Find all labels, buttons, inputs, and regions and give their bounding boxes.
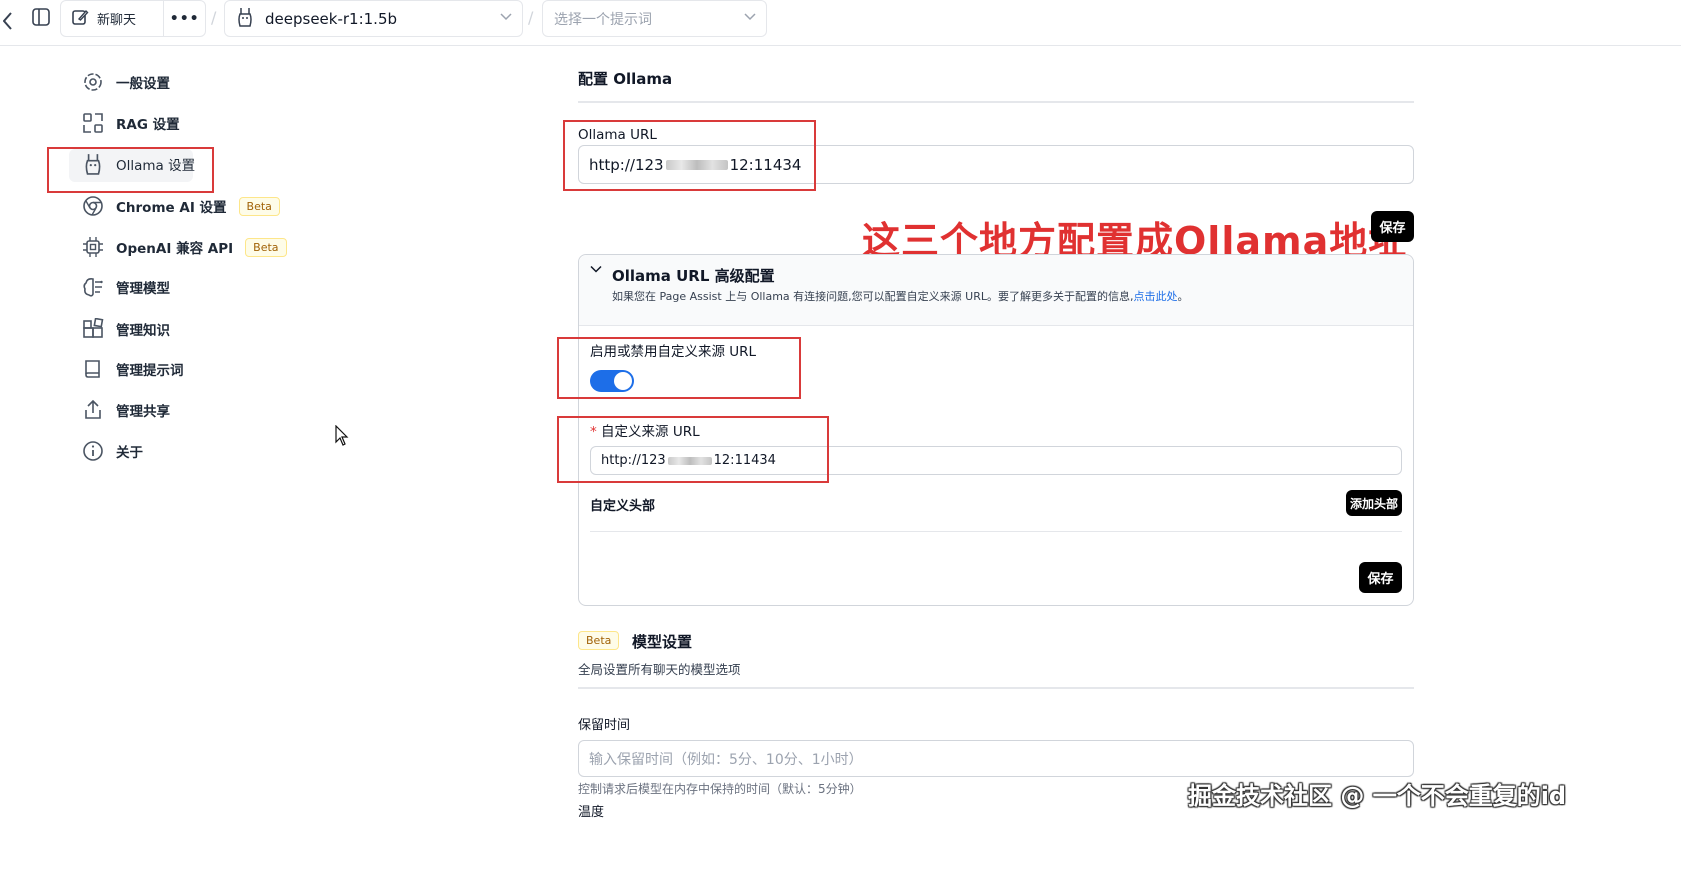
sidebar-item-share[interactable]: 管理共享 [82, 394, 170, 426]
sidebar-item-ollama[interactable]: Ollama 设置 [82, 148, 195, 180]
chevron-down-icon [744, 10, 756, 26]
sidebar-item-openai[interactable]: OpenAI 兼容 API Beta [82, 231, 287, 263]
sidebar-item-chrome-ai[interactable]: Chrome AI 设置 Beta [82, 190, 280, 222]
sidebar-item-general[interactable]: 一般设置 [82, 66, 170, 98]
prompt-select[interactable]: 选择一个提示词 [542, 0, 767, 37]
add-header-button[interactable]: 添加头部 [1346, 490, 1402, 516]
sidebar-item-label: Chrome AI 设置 [116, 200, 227, 216]
beta-badge: Beta [245, 237, 287, 257]
highlight-box [557, 337, 801, 399]
advanced-config-title: Ollama URL 高级配置 [612, 267, 775, 285]
highlight-box [557, 416, 829, 483]
chrome-icon [82, 195, 104, 217]
beta-badge: Beta [238, 196, 280, 216]
prompt-select-placeholder: 选择一个提示词 [554, 11, 652, 28]
advanced-config-description: 如果您在 Page Assist 上与 Ollama 有连接问题,您可以配置自定… [612, 288, 1188, 304]
share-icon [82, 399, 104, 421]
mouse-cursor-icon [335, 424, 349, 451]
divider [590, 531, 1402, 532]
edit-icon [71, 8, 89, 30]
llama-icon [82, 153, 104, 175]
temperature-label: 温度 [578, 805, 605, 820]
sidebar-item-label: OpenAI 兼容 API [116, 241, 234, 257]
sidebar-item-label: 管理共享 [116, 404, 170, 420]
breadcrumb-separator: / [528, 8, 534, 27]
new-chat-button[interactable]: 新聊天 [61, 1, 165, 36]
gear-icon [82, 71, 104, 93]
blocks-icon [82, 318, 104, 340]
sidebar-item-rag[interactable]: RAG 设置 [82, 107, 180, 139]
sidebar-item-label: RAG 设置 [116, 117, 180, 133]
chip-icon [82, 236, 104, 258]
divider [578, 687, 1414, 689]
back-chevron-icon[interactable] [0, 8, 16, 34]
sidebar-item-knowledge[interactable]: 管理知识 [82, 313, 170, 345]
chevron-down-icon [500, 10, 512, 26]
keep-alive-input[interactable]: 输入保留时间（例如：5分、10分、1小时） [578, 740, 1414, 777]
section-title: 配置 Ollama [578, 70, 673, 88]
chevron-down-icon[interactable] [590, 263, 602, 279]
watermark: 掘金技术社区 @ 一个不会重复的id [1188, 782, 1567, 810]
beta-badge: Beta [578, 631, 620, 650]
sidebar-item-label: Ollama 设置 [116, 158, 196, 174]
new-chat-label: 新聊天 [97, 13, 137, 28]
info-icon [82, 440, 104, 462]
save-button[interactable]: 保存 [1371, 211, 1414, 242]
custom-headers-label: 自定义头部 [590, 499, 656, 514]
llama-icon [237, 7, 253, 31]
click-here-link[interactable]: 点击此处 [1133, 290, 1177, 303]
sidebar-item-about[interactable]: 关于 [82, 435, 143, 467]
scan-icon [82, 112, 104, 134]
sidebar-toggle-icon[interactable] [30, 6, 52, 28]
description-text: 如果您在 Page Assist 上与 Ollama 有连接问题,您可以配置自定… [612, 290, 1134, 303]
description-end: 。 [1177, 290, 1189, 303]
model-name: deepseek-r1:1.5b [265, 9, 398, 28]
highlight-box [563, 120, 816, 191]
sidebar-item-label: 一般设置 [116, 76, 170, 92]
sidebar-item-label: 管理模型 [116, 281, 170, 297]
sidebar-item-models[interactable]: 管理模型 [82, 271, 170, 303]
advanced-save-button[interactable]: 保存 [1359, 562, 1402, 593]
sidebar-item-label: 管理提示词 [116, 363, 184, 379]
sidebar-item-label: 关于 [116, 445, 143, 461]
keep-alive-label: 保留时间 [578, 718, 631, 733]
new-chat-group: 新聊天 ••• [60, 0, 206, 37]
sidebar-item-prompts[interactable]: 管理提示词 [82, 353, 184, 385]
book-icon [82, 358, 104, 380]
sidebar-item-label: 管理知识 [116, 323, 170, 339]
divider [578, 101, 1414, 103]
more-options-icon[interactable]: ••• [164, 1, 205, 36]
keep-alive-help: 控制请求后模型在内存中保持的时间（默认：5分钟） [578, 782, 862, 796]
keep-alive-placeholder: 输入保留时间（例如：5分、10分、1小时） [589, 751, 863, 768]
model-settings-title: 模型设置 [632, 633, 693, 651]
breadcrumb-separator: / [211, 8, 217, 27]
model-select[interactable]: deepseek-r1:1.5b [224, 0, 523, 37]
model-settings-subtitle: 全局设置所有聊天的模型选项 [578, 662, 741, 677]
top-bar: 新聊天 ••• / deepseek-r1:1.5b / 选择一个提示词 [0, 0, 1681, 46]
brain-icon [82, 276, 104, 298]
